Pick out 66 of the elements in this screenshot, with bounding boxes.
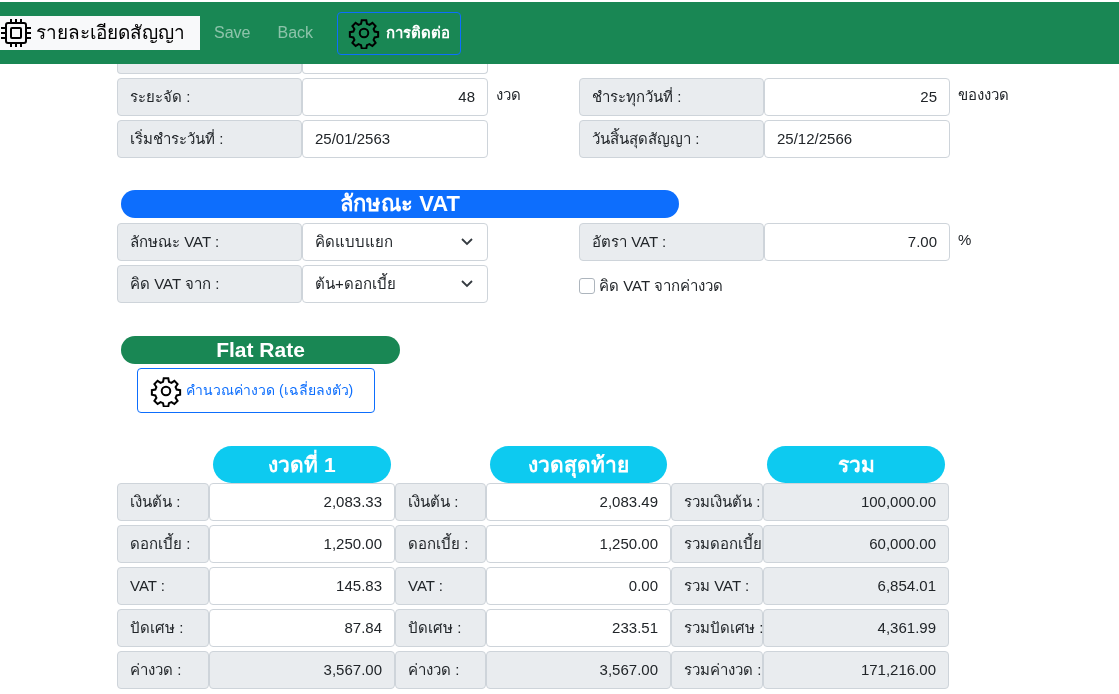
settings-icon (150, 374, 182, 407)
brand-title: รายละเอียดสัญญา (36, 20, 185, 45)
checkbox[interactable] (579, 278, 595, 295)
field-label: VAT : (395, 567, 486, 605)
input-field[interactable]: 100,000.00 (763, 483, 949, 521)
field-label: ชำระทุกวันที่ : (579, 78, 764, 116)
column-heading: งวดที่ 1 (213, 446, 391, 483)
input-field[interactable]: 87.84 (209, 609, 395, 647)
field-label: ดอกเบี้ย : (395, 525, 486, 563)
section-heading: ลักษณะ VAT (121, 190, 679, 218)
field-label: ค่างวด : (117, 651, 209, 689)
field-label: VAT : (117, 567, 209, 605)
field-label: ปัดเศษ : (117, 609, 209, 647)
field-label: ปัดเศษ : (395, 609, 486, 647)
caret-icon (461, 238, 473, 246)
field-label: คิด VAT จาก : (117, 265, 302, 303)
input-field[interactable]: 171,216.00 (763, 651, 949, 689)
field-label: รวมค่างวด : (671, 651, 763, 689)
column-heading: งวดสุดท้าย (490, 446, 667, 483)
settings-icon (348, 17, 381, 49)
chip-icon (0, 18, 32, 48)
calculate-button[interactable]: คำนวณค่างวด (เฉลี่ยลงตัว) (137, 368, 375, 413)
input-field[interactable]: 25/01/2563 (302, 120, 488, 158)
field-label: ค่างวด : (395, 651, 486, 689)
input-field[interactable]: 25/12/2566 (764, 120, 950, 158)
dropdown-value: คิดแบบแยก (315, 231, 393, 252)
column-heading: รวม (767, 446, 945, 483)
contact-button[interactable]: การติดต่อ (337, 11, 462, 55)
dropdown[interactable]: ต้น+ดอกเบี้ย (302, 265, 488, 303)
field-label: ระยะจัด : (117, 78, 302, 116)
field-label: รวม VAT : (671, 567, 763, 605)
section-heading: Flat Rate (121, 336, 400, 364)
input-field[interactable]: 25 (764, 78, 950, 116)
input-field[interactable]: 2,083.49 (486, 483, 671, 521)
field-label: วันสิ้นสุดสัญญา : (579, 120, 764, 158)
brand-link[interactable]: รายละเอียดสัญญา (0, 16, 200, 50)
caret-icon (461, 280, 473, 288)
dropdown-value: ต้น+ดอกเบี้ย (315, 272, 396, 294)
field-label: รวมดอกเบี้ย (671, 525, 763, 563)
unit-label: งวด (496, 85, 521, 105)
unit-label: % (958, 230, 972, 250)
field-label: เงินต้น : (117, 483, 209, 521)
input-field[interactable]: 233.51 (486, 609, 671, 647)
input-field[interactable] (302, 64, 488, 74)
field-label: เงินต้น : (395, 483, 486, 521)
checkbox-label: คิด VAT จากค่างวด (599, 276, 723, 296)
input-field[interactable]: 7.00 (764, 223, 950, 261)
input-field[interactable]: 1,250.00 (209, 525, 395, 563)
input-field[interactable]: 6,854.01 (763, 567, 949, 605)
field-label: อัตรา VAT : (579, 223, 764, 261)
input-field[interactable]: 4,361.99 (763, 609, 949, 647)
unit-label: ของงวด (958, 85, 1009, 105)
input-field[interactable]: 145.83 (209, 567, 395, 605)
input-field[interactable]: 1,250.00 (486, 525, 671, 563)
field-label: เริ่มชำระวันที่ : (117, 120, 302, 158)
input-field[interactable]: 3,567.00 (486, 651, 671, 689)
input-field[interactable]: 3,567.00 (209, 651, 395, 689)
input-field[interactable]: 2,083.33 (209, 483, 395, 521)
field-label: รวมปัดเศษ : (671, 609, 763, 647)
input-field[interactable]: 0.00 (486, 567, 671, 605)
input-field[interactable]: 60,000.00 (763, 525, 949, 563)
dropdown[interactable]: คิดแบบแยก (302, 223, 488, 261)
field-label: ดอกเบี้ย : (117, 525, 209, 563)
field-label: รวมเงินต้น : (671, 483, 763, 521)
input-field[interactable]: 48 (302, 78, 488, 116)
field-label: ลักษณะ VAT : (117, 223, 302, 261)
